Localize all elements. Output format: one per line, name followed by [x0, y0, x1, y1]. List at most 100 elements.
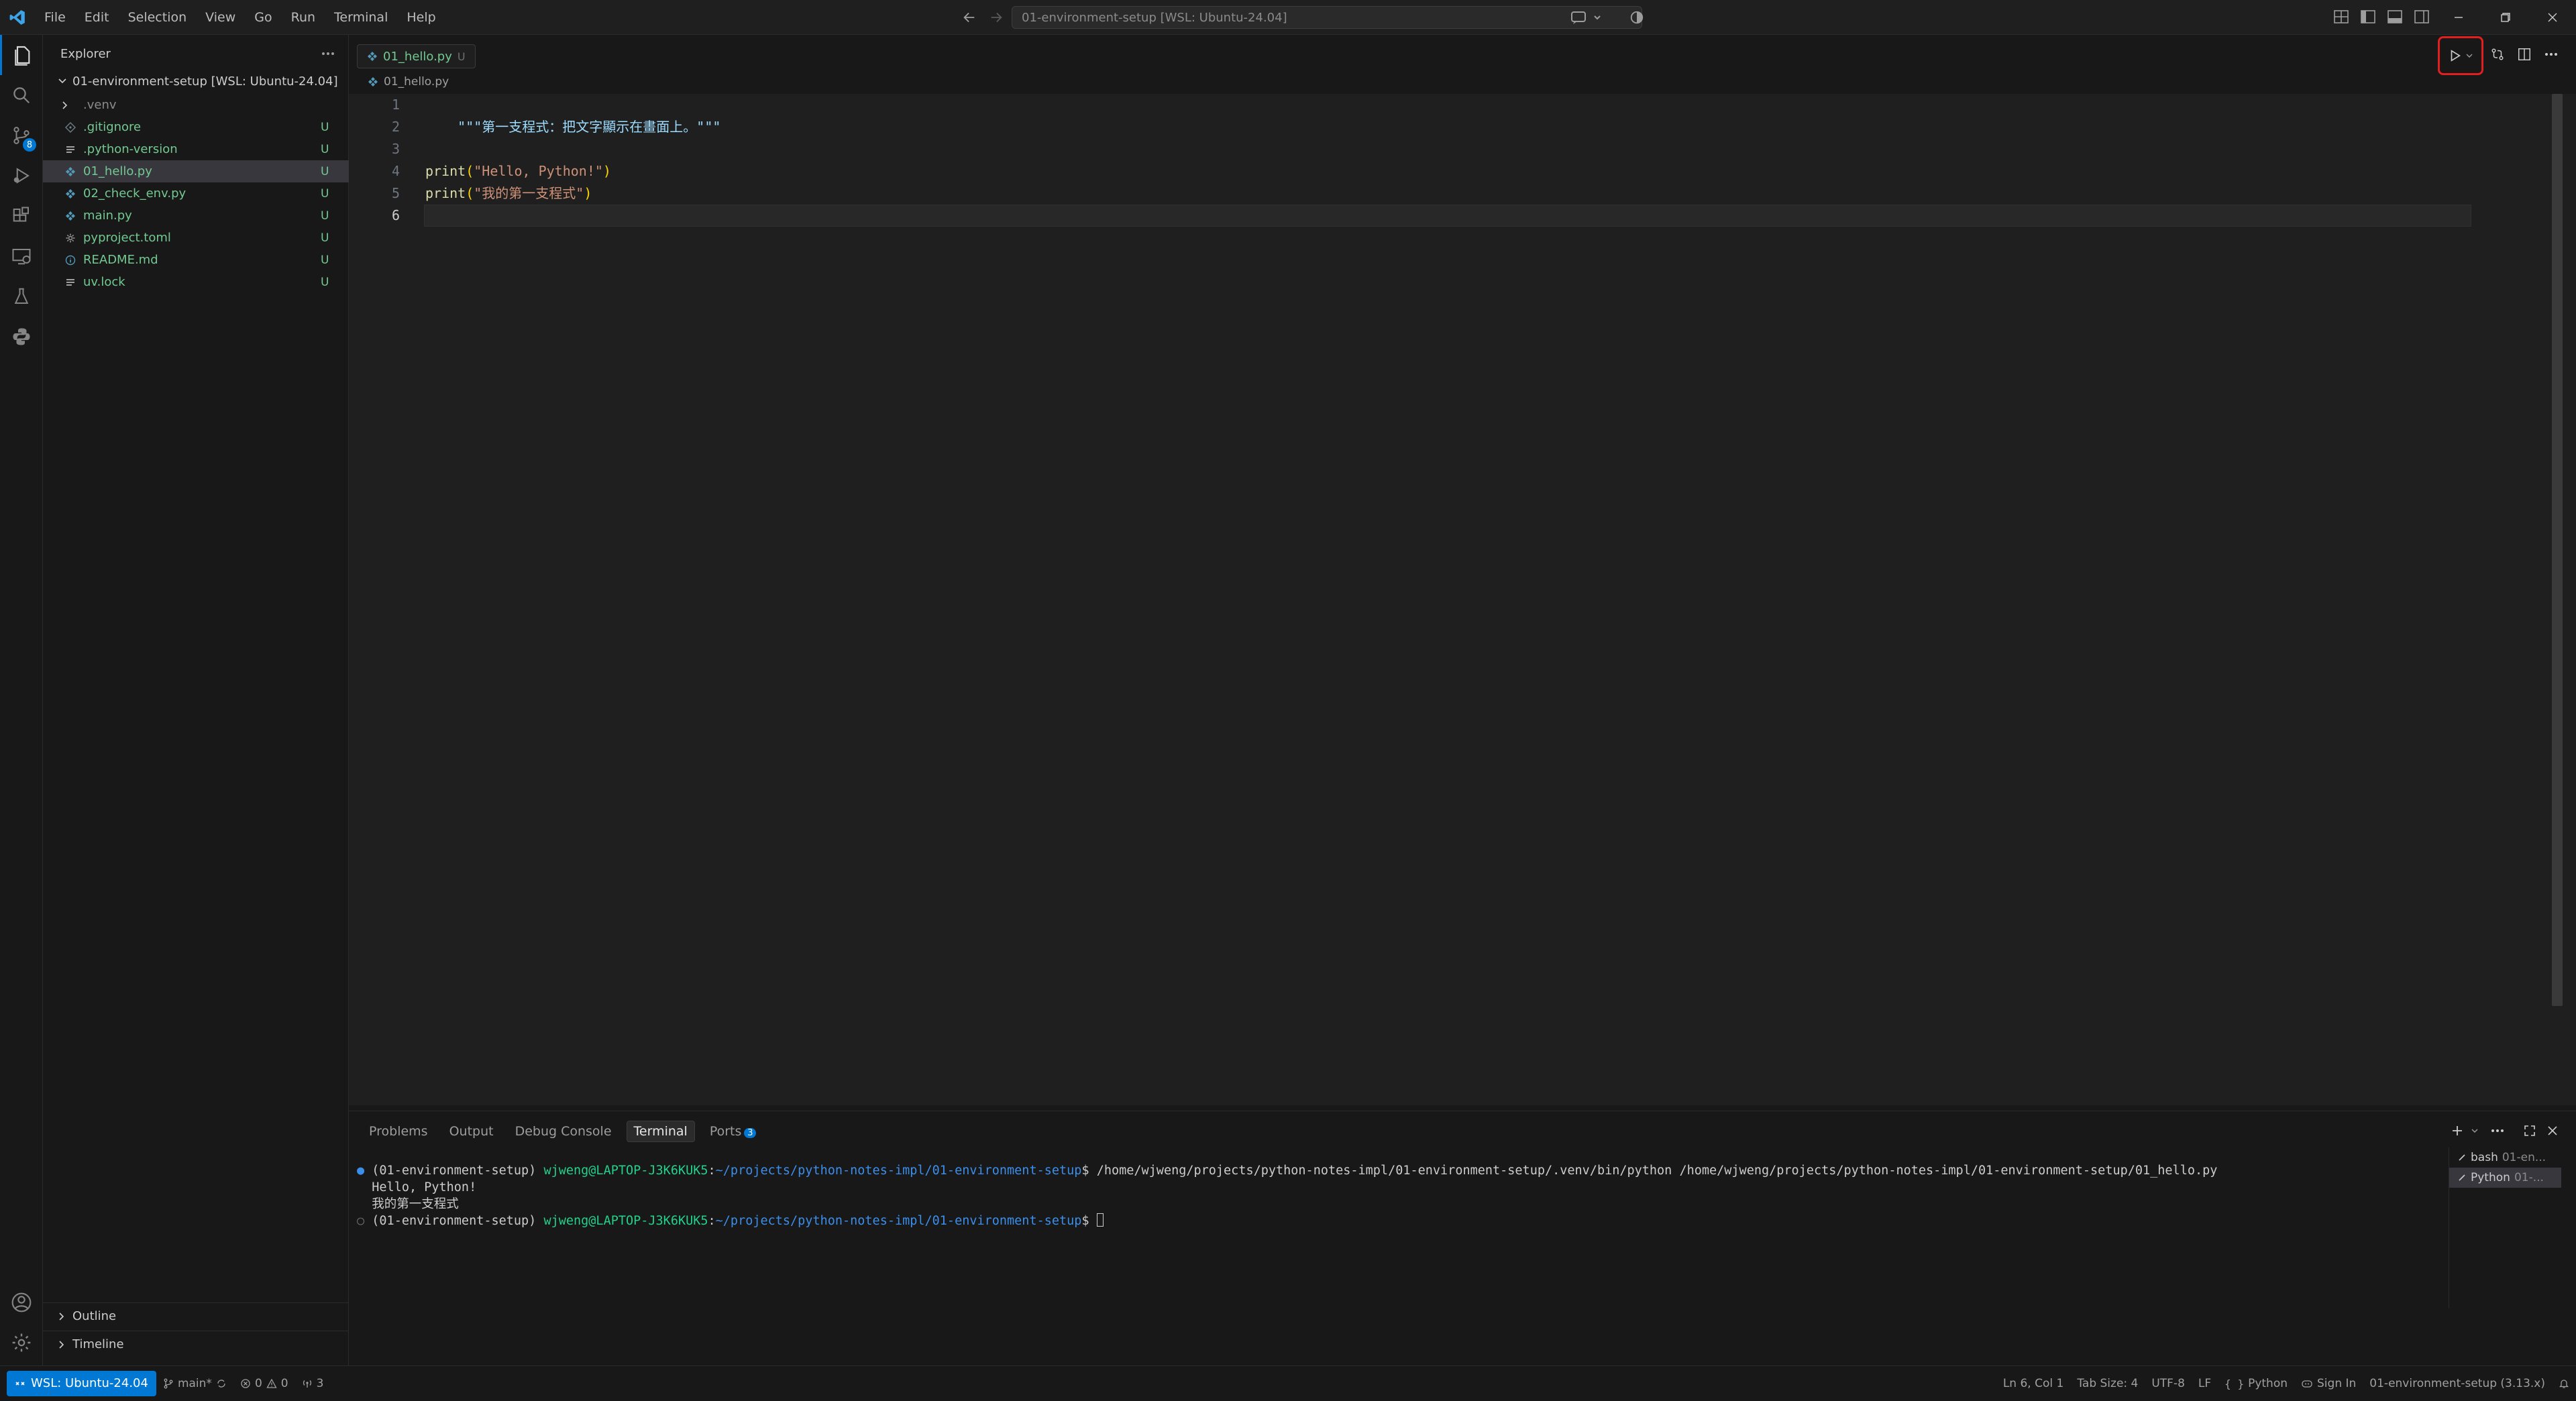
- terminal-user: wjweng@LAPTOP-J3K6KUK5: [543, 1214, 708, 1228]
- sync-icon[interactable]: [216, 1378, 227, 1389]
- tab-debug-console[interactable]: Debug Console: [508, 1121, 619, 1141]
- notifications-bell-icon[interactable]: [2552, 1378, 2576, 1389]
- problems-indicator[interactable]: 0 0: [233, 1377, 295, 1390]
- customize-layout-icon[interactable]: [2333, 8, 2349, 25]
- file-tree-item[interactable]: .python-version U: [43, 138, 349, 160]
- file-tree-item[interactable]: README.md U: [43, 249, 349, 271]
- close-panel-icon[interactable]: [2544, 1122, 2561, 1139]
- remote-explorer-icon[interactable]: [0, 236, 43, 276]
- more-actions-icon[interactable]: [318, 46, 338, 62]
- file-tree-item[interactable]: 01_hello.py U: [43, 160, 349, 182]
- tab-output[interactable]: Output: [443, 1121, 500, 1141]
- menu-help[interactable]: Help: [397, 0, 445, 35]
- forward-arrow-icon[interactable]: [987, 9, 1005, 26]
- branch-label: main*: [177, 1376, 212, 1390]
- testing-icon[interactable]: [0, 276, 43, 317]
- menu-view[interactable]: View: [196, 0, 245, 35]
- restore-icon[interactable]: [2482, 0, 2529, 35]
- search-icon[interactable]: [0, 75, 43, 115]
- tab-terminal[interactable]: Terminal: [626, 1121, 695, 1142]
- menu-go[interactable]: Go: [245, 0, 281, 35]
- terminal-output[interactable]: ● (01-environment-setup) wjweng@LAPTOP-J…: [357, 1162, 2576, 1229]
- file-tree-item[interactable]: uv.lock U: [43, 271, 349, 293]
- source-control-icon[interactable]: 8: [0, 115, 43, 156]
- maximize-panel-icon[interactable]: [2521, 1122, 2538, 1139]
- file-tree-item[interactable]: pyproject.toml U: [43, 227, 349, 249]
- ports-indicator[interactable]: 3: [295, 1377, 331, 1390]
- minimize-icon[interactable]: [2435, 0, 2482, 35]
- open-changes-icon[interactable]: [2489, 46, 2506, 63]
- python-icon[interactable]: [0, 317, 43, 357]
- copilot-chat-icon[interactable]: [1570, 9, 1603, 25]
- code-editor[interactable]: 1 2 3 4 5 6 """第一支程式：把文字顯示在畫面上。""" print…: [349, 94, 2576, 1105]
- git-status-badge: U: [321, 142, 329, 156]
- venv-label: (01-environment-setup): [372, 1214, 544, 1228]
- error-count: 0: [254, 1376, 262, 1390]
- terminal-name: Python: [2471, 1171, 2510, 1184]
- split-editor-icon[interactable]: [2516, 46, 2533, 63]
- python-interpreter[interactable]: 01-environment-setup (3.13.x): [2363, 1377, 2552, 1390]
- tab-ports[interactable]: Ports 3: [703, 1121, 763, 1141]
- file-tree-item[interactable]: .gitignore U: [43, 116, 349, 138]
- git-status-badge: U: [321, 231, 329, 245]
- tab-size[interactable]: Tab Size: 4: [2070, 1377, 2145, 1390]
- menu-file[interactable]: File: [35, 0, 75, 35]
- breadcrumb-file[interactable]: 01_hello.py: [384, 75, 449, 89]
- accounts-icon[interactable]: [0, 1282, 43, 1323]
- terminal-instance-bash[interactable]: bash 01-en...: [2449, 1147, 2561, 1168]
- tab-problems[interactable]: Problems: [362, 1121, 435, 1141]
- back-arrow-icon[interactable]: [961, 9, 978, 26]
- outline-section[interactable]: Outline: [43, 1302, 349, 1329]
- new-terminal-icon[interactable]: [2449, 1122, 2466, 1139]
- menu-terminal[interactable]: Terminal: [325, 0, 397, 35]
- extensions-icon[interactable]: [0, 196, 43, 236]
- run-debug-icon[interactable]: [0, 156, 43, 196]
- file-tree-item[interactable]: .venv: [43, 94, 349, 116]
- remote-indicator[interactable]: WSL: Ubuntu-24.04: [7, 1370, 156, 1396]
- terminal-dropdown-icon[interactable]: [2466, 1122, 2483, 1139]
- run-python-file-button[interactable]: [2438, 36, 2483, 75]
- branch-indicator[interactable]: main*: [156, 1377, 233, 1390]
- git-status-badge: U: [321, 209, 329, 223]
- command-center-search[interactable]: 01-environment-setup [WSL: Ubuntu-24.04]: [1012, 6, 1642, 29]
- sign-in-button[interactable]: Sign In: [2294, 1377, 2363, 1390]
- terminal-shell-icon: [2457, 1153, 2467, 1162]
- toggle-primary-sidebar-icon[interactable]: [2360, 8, 2376, 25]
- tab-01-hello-py[interactable]: 01_hello.py U: [357, 44, 476, 68]
- editor-scrollbar[interactable]: [2552, 94, 2563, 1006]
- terminal-path: ~/projects/python-notes-impl/01-environm…: [715, 1214, 1082, 1228]
- close-window-icon[interactable]: [2529, 0, 2576, 35]
- chevron-down-icon[interactable]: [2465, 52, 2473, 59]
- terminal-shell-icon: [2457, 1173, 2467, 1182]
- menu-selection[interactable]: Selection: [119, 0, 197, 35]
- python-file-icon: [367, 51, 378, 62]
- terminal-instance-python[interactable]: Python 01-...: [2449, 1168, 2561, 1188]
- toggle-panel-icon[interactable]: [2387, 8, 2403, 25]
- encoding[interactable]: UTF-8: [2145, 1377, 2192, 1390]
- terminal-colon: :: [708, 1164, 716, 1178]
- chevron-right-icon: [58, 1312, 66, 1321]
- explorer-icon[interactable]: [0, 35, 43, 75]
- cursor-position[interactable]: Ln 6, Col 1: [1996, 1377, 2071, 1390]
- toggle-secondary-sidebar-icon[interactable]: [2414, 8, 2430, 25]
- timeline-label: Timeline: [72, 1337, 124, 1351]
- file-tree: .venv .gitignore U .python-version U 01_hello…: [43, 94, 349, 293]
- menu-edit[interactable]: Edit: [75, 0, 119, 35]
- editor-more-actions-icon[interactable]: [2542, 46, 2560, 63]
- timeline-section[interactable]: Timeline: [43, 1331, 349, 1357]
- terminal-output-line: 我的第一支程式: [372, 1197, 459, 1211]
- terminal-cursor: [1096, 1213, 1104, 1227]
- file-tree-item[interactable]: 02_check_env.py U: [43, 182, 349, 205]
- copilot-status-icon[interactable]: [1629, 9, 1645, 25]
- language-mode[interactable]: { } Python: [2218, 1377, 2294, 1390]
- bottom-panel: Problems Output Debug Console Terminal P…: [349, 1111, 2576, 1365]
- end-of-line[interactable]: LF: [2192, 1377, 2218, 1390]
- language-label: Python: [2248, 1377, 2288, 1390]
- menu-run[interactable]: Run: [282, 0, 325, 35]
- settings-gear-icon[interactable]: [0, 1323, 43, 1363]
- file-tree-item[interactable]: main.py U: [43, 205, 349, 227]
- terminal-command: $ /home/wjweng/projects/python-notes-imp…: [1081, 1164, 2218, 1178]
- workspace-folder-header[interactable]: 01-environment-setup [WSL: Ubuntu-24.04]: [43, 71, 349, 91]
- panel-more-icon[interactable]: [2489, 1122, 2506, 1139]
- play-icon: [2448, 48, 2463, 63]
